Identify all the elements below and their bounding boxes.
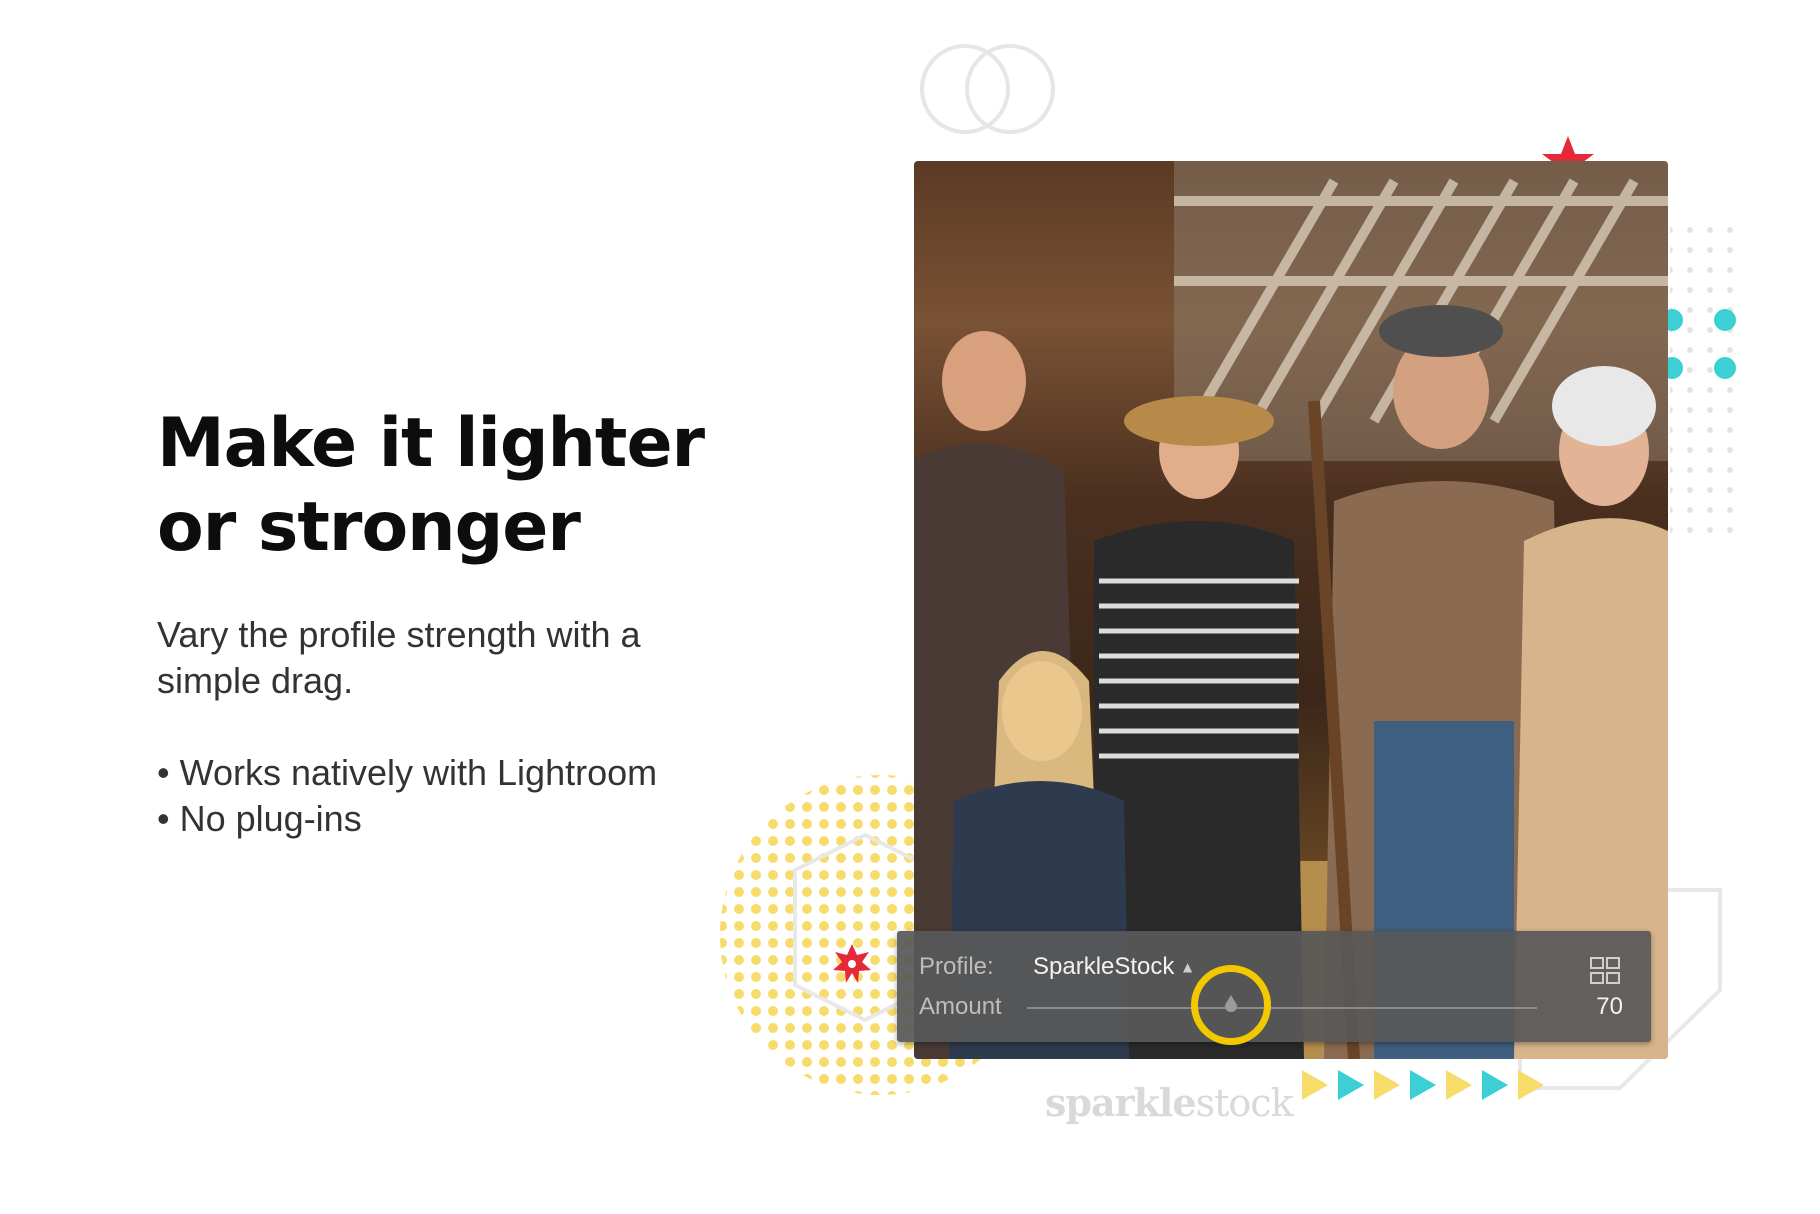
description: Vary the profile strength with a simple … [157,614,641,701]
profile-dropdown-icon[interactable]: ▲ [1183,960,1192,974]
slider-highlight-ring [1191,965,1271,1045]
profile-select[interactable]: SparkleStock [1033,953,1174,981]
profile-label: Profile: [919,953,994,980]
feature-list: Works natively with Lightroom No plug-in… [157,750,658,842]
grid-view-icon[interactable] [1590,957,1620,985]
headline: Make it lighter or stronger [157,402,717,570]
sparklestock-watermark: sparklestock [1045,1080,1294,1125]
headline-line-1: Make it lighter [157,404,705,483]
feature-item: Works natively with Lightroom [157,750,658,796]
amount-slider-track[interactable] [1027,1007,1537,1009]
family-photo [914,161,1668,1059]
headline-line-2: or stronger [157,488,581,567]
amount-label: Amount [919,993,1002,1020]
family-photo-illustration [914,161,1668,1059]
amount-value: 70 [1596,993,1623,1020]
profile-panel: Profile: SparkleStock ▲ Amount 70 [897,931,1651,1042]
feature-item: No plug-ins [157,796,657,842]
